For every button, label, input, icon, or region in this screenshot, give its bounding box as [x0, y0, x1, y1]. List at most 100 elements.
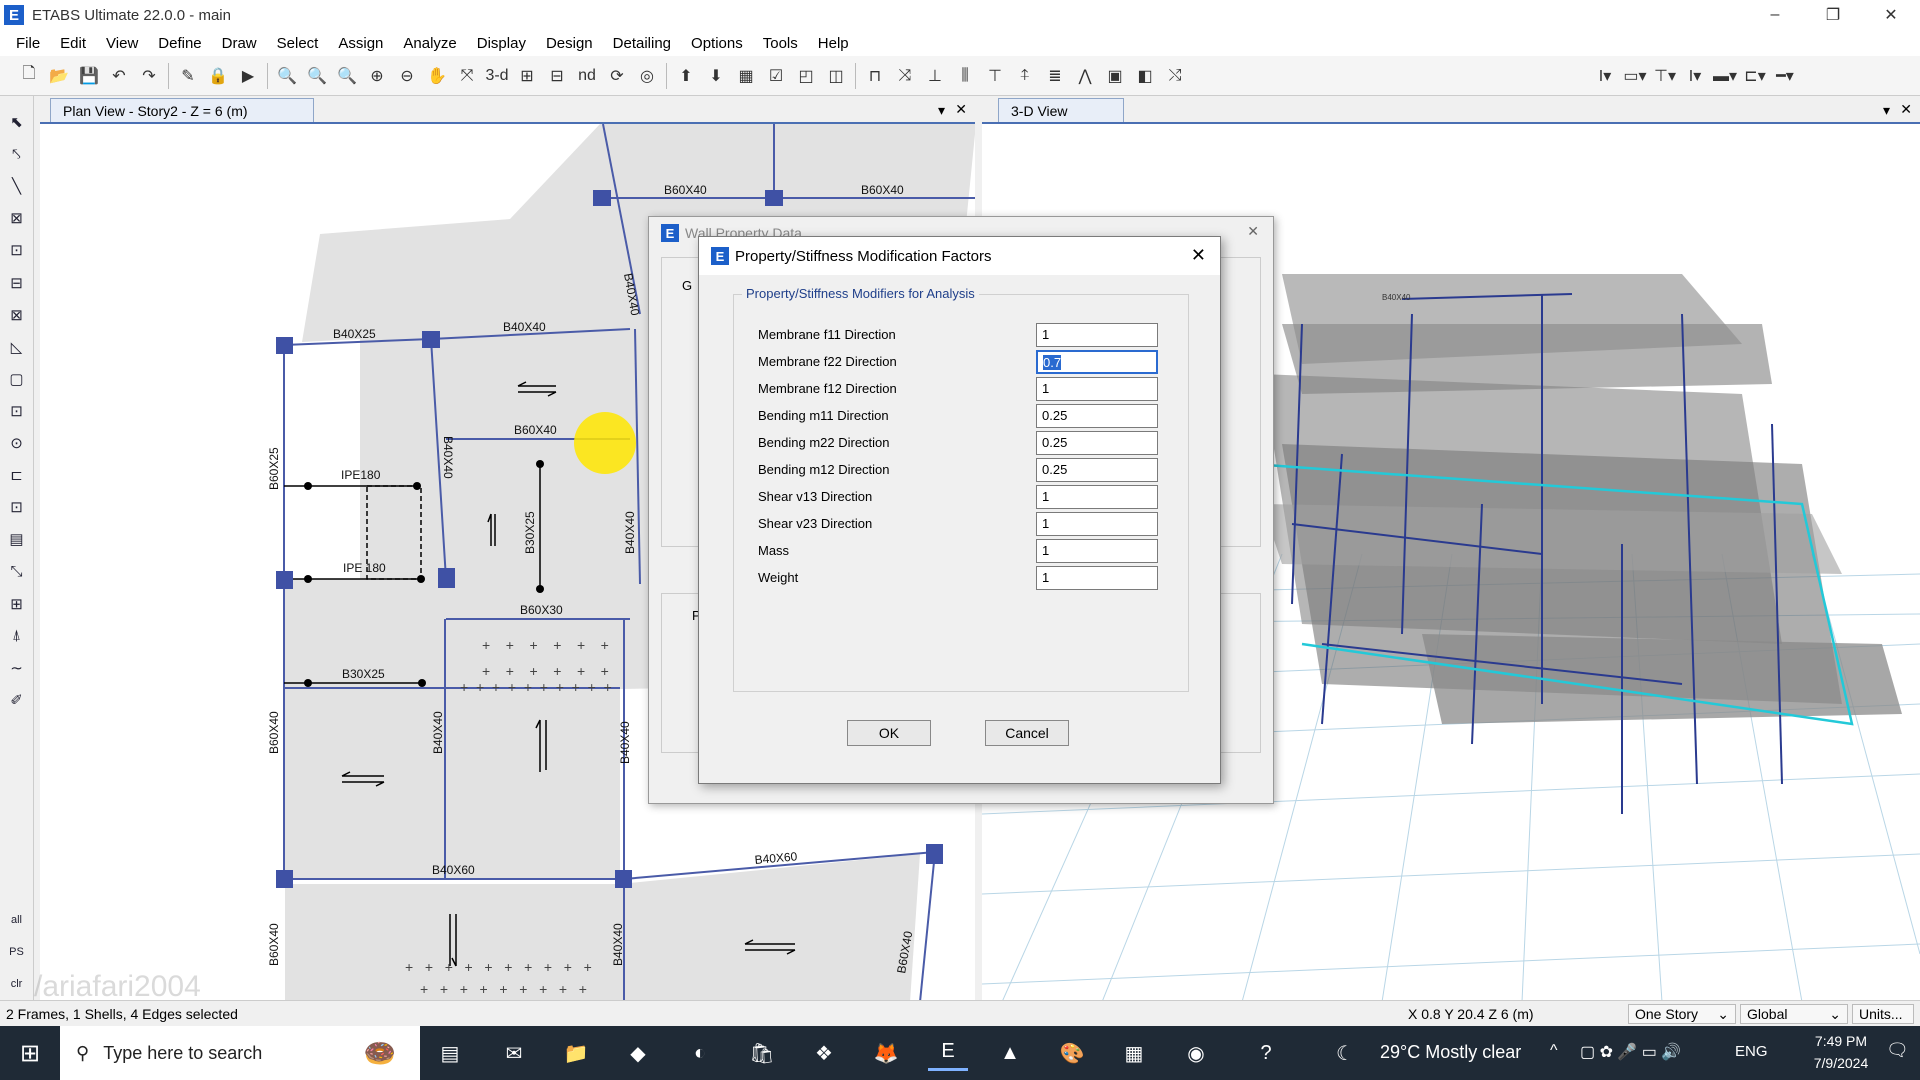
- modifier-mass-input[interactable]: 1: [1036, 539, 1158, 563]
- menu-file[interactable]: File: [6, 35, 50, 52]
- quick-draw-wall-icon[interactable]: ⊡: [4, 493, 30, 521]
- minimize-button[interactable]: –: [1746, 0, 1804, 30]
- draw-tendon-icon[interactable]: ⍋: [4, 622, 30, 650]
- run-analysis-icon[interactable]: ▶: [233, 61, 263, 91]
- draw-wall-icon[interactable]: ▭▾: [1620, 61, 1650, 91]
- ok-button[interactable]: OK: [847, 720, 931, 746]
- taskbar-search-box[interactable]: ⚲ Type here to search 🍩: [60, 1026, 420, 1080]
- zoom-extents-icon[interactable]: 🔍: [302, 61, 332, 91]
- menu-define[interactable]: Define: [148, 35, 211, 52]
- section-cut-icon[interactable]: ≣: [1040, 61, 1070, 91]
- pointer-icon[interactable]: ⬉: [4, 108, 30, 136]
- restore-button[interactable]: ❐: [1804, 0, 1862, 30]
- undo-icon[interactable]: ↶: [104, 61, 134, 91]
- modifier-m22-input[interactable]: 0.25: [1036, 431, 1158, 455]
- dropbox-icon[interactable]: ❖: [804, 1035, 844, 1071]
- zoom-window-icon[interactable]: 🔍: [272, 61, 302, 91]
- zoom-out-icon[interactable]: ⊖: [392, 61, 422, 91]
- windows-start-icon[interactable]: ⊞: [0, 1026, 60, 1080]
- plan-view-icon[interactable]: ⊞: [512, 61, 542, 91]
- close-window-button[interactable]: ✕: [1862, 0, 1920, 30]
- mail-icon[interactable]: ✉: [494, 1035, 534, 1071]
- pencil-icon[interactable]: ✎: [173, 61, 203, 91]
- zoom-previous-icon[interactable]: 🔍: [332, 61, 362, 91]
- story-response-icon[interactable]: ⤭: [1160, 61, 1190, 91]
- tab-3d-view[interactable]: 3-D View: [998, 98, 1124, 122]
- plan-dropdown-icon[interactable]: ▾: [938, 102, 945, 119]
- beam-design-icon[interactable]: ⊤: [980, 61, 1010, 91]
- menu-draw[interactable]: Draw: [212, 35, 267, 52]
- menu-options[interactable]: Options: [681, 35, 753, 52]
- zoom-in-icon[interactable]: ⊕: [362, 61, 392, 91]
- modifier-weight-input[interactable]: 1: [1036, 566, 1158, 590]
- help-icon[interactable]: ?: [1246, 1035, 1286, 1071]
- task-view-icon[interactable]: ▤: [430, 1035, 470, 1071]
- joint-reaction-icon[interactable]: ⍏: [1010, 61, 1040, 91]
- tab-plan-view[interactable]: Plan View - Story2 - Z = 6 (m): [50, 98, 314, 122]
- firefox-icon[interactable]: 🦊: [866, 1035, 906, 1071]
- deformed-shape-icon[interactable]: ⤨: [890, 61, 920, 91]
- draw-circle-icon[interactable]: ⊙: [4, 429, 30, 457]
- pan-icon[interactable]: ✋: [422, 61, 452, 91]
- view3d-close-icon[interactable]: ✕: [1900, 101, 1912, 118]
- tray-icons[interactable]: ▢ ✿ 🎤 ▭ 🔊: [1580, 1042, 1681, 1062]
- draw-frame-icon[interactable]: ⊠: [4, 204, 30, 232]
- menu-tools[interactable]: Tools: [753, 35, 808, 52]
- modifier-f22-input[interactable]: 0.7: [1036, 350, 1158, 374]
- weather-icon[interactable]: ☾: [1330, 1035, 1360, 1071]
- modifier-m11-input[interactable]: 0.25: [1036, 404, 1158, 428]
- tray-chevron-icon[interactable]: ^: [1550, 1042, 1558, 1060]
- display-options-icon[interactable]: ▦: [731, 61, 761, 91]
- paint-icon[interactable]: 🎨: [1052, 1035, 1092, 1071]
- draw-rect-floor-icon[interactable]: ▢: [4, 365, 30, 393]
- draw-developed-icon[interactable]: ✐: [4, 686, 30, 714]
- perspective-icon[interactable]: ◎: [632, 61, 662, 91]
- cancel-button[interactable]: Cancel: [985, 720, 1069, 746]
- menu-assign[interactable]: Assign: [328, 35, 393, 52]
- menu-design[interactable]: Design: [536, 35, 603, 52]
- modifier-v13-input[interactable]: 1: [1036, 485, 1158, 509]
- chrome-icon[interactable]: ◉: [1176, 1035, 1216, 1071]
- anydesk-icon[interactable]: ◆: [618, 1035, 658, 1071]
- move-down-icon[interactable]: ⬇: [701, 61, 731, 91]
- draw-line-icon[interactable]: ╲: [4, 172, 30, 200]
- clear-selection-button[interactable]: clr: [4, 970, 30, 998]
- menu-analyze[interactable]: Analyze: [393, 35, 466, 52]
- menu-detailing[interactable]: Detailing: [603, 35, 681, 52]
- open-file-icon[interactable]: 📂: [44, 61, 74, 91]
- elevation-view-icon[interactable]: ⊟: [542, 61, 572, 91]
- save-icon[interactable]: 💾: [74, 61, 104, 91]
- language-indicator[interactable]: ENG: [1735, 1043, 1768, 1060]
- draw-brace-icon[interactable]: ⊤▾: [1650, 61, 1680, 91]
- clock-time[interactable]: 7:49 PM: [1806, 1033, 1876, 1049]
- weather-text[interactable]: 29°C Mostly clear: [1380, 1042, 1521, 1063]
- object-shrink-icon[interactable]: ◰: [791, 61, 821, 91]
- draw-grid-icon[interactable]: ⊞: [4, 590, 30, 618]
- extrusion-icon[interactable]: ◫: [821, 61, 851, 91]
- menu-view[interactable]: View: [96, 35, 148, 52]
- lock-icon[interactable]: 🔒: [203, 61, 233, 91]
- redo-icon[interactable]: ↷: [134, 61, 164, 91]
- etabs-taskbar-icon[interactable]: E: [928, 1035, 968, 1071]
- wall-design-icon[interactable]: ◧: [1130, 61, 1160, 91]
- rubber-band-icon[interactable]: ⤧: [452, 61, 482, 91]
- menu-edit[interactable]: Edit: [50, 35, 96, 52]
- draw-opening-icon[interactable]: ⊏▾: [1740, 61, 1770, 91]
- new-file-icon[interactable]: 🗋: [14, 61, 44, 91]
- slab-design-icon[interactable]: ▣: [1100, 61, 1130, 91]
- quick-draw-beam-icon[interactable]: ⊡: [4, 236, 30, 264]
- view3d-dropdown-icon[interactable]: ▾: [1883, 102, 1890, 119]
- draw-wall-tool-icon[interactable]: ⊏: [4, 461, 30, 489]
- menu-select[interactable]: Select: [267, 35, 329, 52]
- draw-column-icon[interactable]: I▾: [1590, 61, 1620, 91]
- modifier-m12-input[interactable]: 0.25: [1036, 458, 1158, 482]
- move-up-icon[interactable]: ⬆: [671, 61, 701, 91]
- shell-stress-icon[interactable]: ⫼: [950, 61, 980, 91]
- menu-display[interactable]: Display: [467, 35, 536, 52]
- rotate-icon[interactable]: ⟳: [602, 61, 632, 91]
- select-all-button[interactable]: all: [4, 906, 30, 934]
- coord-system-dropdown[interactable]: Global ⌄: [1740, 1004, 1848, 1024]
- previous-selection-button[interactable]: PS: [4, 938, 30, 966]
- draw-wave-icon[interactable]: ∼: [4, 654, 30, 682]
- modifier-v23-input[interactable]: 1: [1036, 512, 1158, 536]
